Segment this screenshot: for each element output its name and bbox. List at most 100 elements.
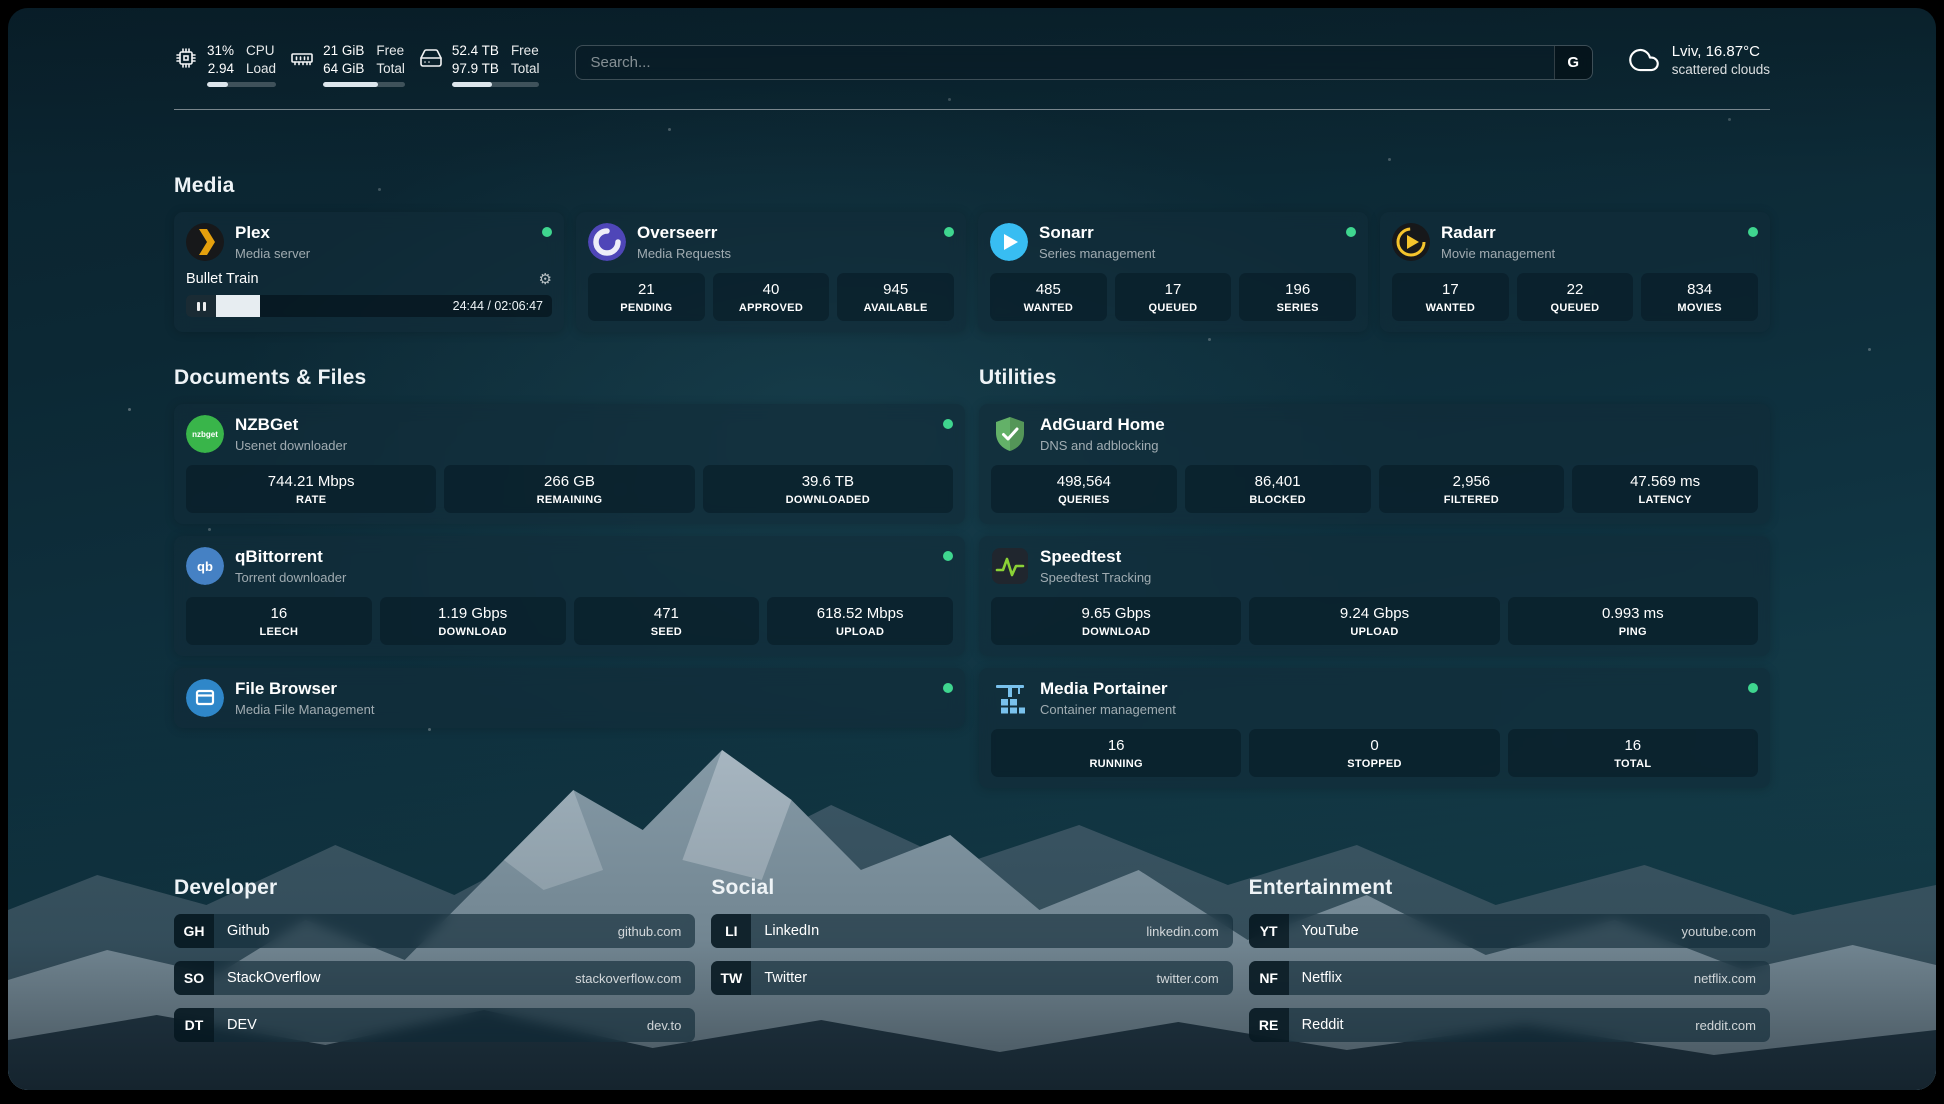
topbar: 31% 2.94 CPU Load [174, 42, 1770, 87]
stat-wanted: 17 WANTED [1392, 273, 1509, 321]
stat-label: FILTERED [1383, 494, 1561, 506]
bookmark-url: dev.to [647, 1018, 695, 1033]
bookmark-group-social: Social LI LinkedIn linkedin.com TW Twitt… [711, 876, 1232, 1055]
stat-available: 945 AVAILABLE [837, 273, 954, 321]
stat-label: RUNNING [995, 758, 1237, 770]
stat-value: 618.52 Mbps [771, 605, 949, 622]
stat-value: 17 [1396, 281, 1505, 298]
bookmark-name: Github [214, 923, 270, 939]
bookmark-abbr: YT [1249, 914, 1289, 948]
service-card-plex[interactable]: Plex Media server Bullet Train ⚙ [174, 212, 564, 332]
status-dot [1748, 683, 1758, 693]
service-name: Media Portainer [1040, 679, 1176, 699]
bookmark-twitter[interactable]: TW Twitter twitter.com [711, 961, 1232, 995]
stat-queued: 22 QUEUED [1517, 273, 1634, 321]
player-progress[interactable] [216, 295, 444, 317]
stat-label: UPLOAD [771, 626, 949, 638]
bookmark-reddit[interactable]: RE Reddit reddit.com [1249, 1008, 1770, 1042]
service-name: Speedtest [1040, 547, 1151, 567]
pause-button[interactable] [186, 295, 216, 317]
stat-label: SERIES [1243, 302, 1352, 314]
section-utilities: Utilities AdGuard Home [979, 366, 1770, 800]
stat-label: MOVIES [1645, 302, 1754, 314]
memory-free-value: 21 GiB [323, 42, 364, 60]
stat-ping: 0.993 ms PING [1508, 597, 1758, 645]
stat-pending: 21 PENDING [588, 273, 705, 321]
memory-total-label: Total [376, 60, 405, 78]
service-card-qbittorrent[interactable]: qb qBittorrent Torrent downloader 16 LEE… [174, 536, 965, 656]
service-card-sonarr[interactable]: Sonarr Series management 485 WANTED 17 Q… [978, 212, 1368, 332]
bookmark-dev[interactable]: DT DEV dev.to [174, 1008, 695, 1042]
stat-value: 40 [717, 281, 826, 298]
bookmark-name: YouTube [1289, 923, 1359, 939]
plex-now-playing: Bullet Train ⚙ 24:44 / 02:06:47 [186, 271, 552, 317]
cpu-usage-bar-fill [207, 82, 228, 87]
settings-icon[interactable]: ⚙ [539, 272, 552, 287]
overseerr-icon [588, 223, 626, 261]
status-dot [944, 227, 954, 237]
stat-value: 16 [190, 605, 368, 622]
search-bar: G [575, 45, 1592, 80]
stat-running: 16 RUNNING [991, 729, 1241, 777]
service-card-speedtest[interactable]: Speedtest Speedtest Tracking 9.65 Gbps D… [979, 536, 1770, 656]
service-card-filebrowser[interactable]: File Browser Media File Management [174, 668, 965, 728]
bookmark-abbr: TW [711, 961, 751, 995]
bookmark-linkedin[interactable]: LI LinkedIn linkedin.com [711, 914, 1232, 948]
stat-seed: 471 SEED [574, 597, 760, 645]
stat-label: RATE [190, 494, 432, 506]
stat-label: APPROVED [717, 302, 826, 314]
service-card-nzbget[interactable]: nzbget NZBGet Usenet downloader 744.21 M… [174, 404, 965, 524]
memory-total-value: 64 GiB [323, 60, 364, 78]
bookmark-youtube[interactable]: YT YouTube youtube.com [1249, 914, 1770, 948]
cpu-icon [174, 46, 198, 70]
search-provider-button[interactable]: G [1554, 46, 1592, 79]
stat-value: 9.65 Gbps [995, 605, 1237, 622]
stat-value: 16 [1512, 737, 1754, 754]
bookmark-group-entertainment: Entertainment YT YouTube youtube.com NF … [1249, 876, 1770, 1055]
stat-upload: 9.24 Gbps UPLOAD [1249, 597, 1499, 645]
memory-icon [290, 46, 314, 70]
disk-total-value: 97.9 TB [452, 60, 499, 78]
stat-stopped: 0 STOPPED [1249, 729, 1499, 777]
status-dot [1748, 227, 1758, 237]
stat-label: QUERIES [995, 494, 1173, 506]
svg-text:nzbget: nzbget [192, 430, 218, 439]
service-subtitle: Usenet downloader [235, 438, 347, 453]
bookmark-abbr: LI [711, 914, 751, 948]
bookmark-name: LinkedIn [751, 923, 819, 939]
section-title-documents: Documents & Files [174, 366, 965, 390]
adguard-icon [991, 415, 1029, 453]
weather-condition: scattered clouds [1672, 62, 1770, 77]
disk-free-value: 52.4 TB [452, 42, 499, 60]
bookmark-abbr: NF [1249, 961, 1289, 995]
bookmark-stackoverflow[interactable]: SO StackOverflow stackoverflow.com [174, 961, 695, 995]
stat-value: 0.993 ms [1512, 605, 1754, 622]
stat-value: 196 [1243, 281, 1352, 298]
stat-value: 498,564 [995, 473, 1173, 490]
stat-queries: 498,564 QUERIES [991, 465, 1177, 513]
service-card-overseerr[interactable]: Overseerr Media Requests 21 PENDING 40 A… [576, 212, 966, 332]
search-input[interactable] [576, 46, 1553, 79]
status-dot [1346, 227, 1356, 237]
player-time: 24:44 / 02:06:47 [444, 299, 552, 313]
disk-free-label: Free [511, 42, 540, 60]
weather-widget: Lviv, 16.87°C scattered clouds [1627, 43, 1770, 77]
service-subtitle: Series management [1039, 246, 1155, 261]
stat-label: DOWNLOADED [707, 494, 949, 506]
stat-rate: 744.21 Mbps RATE [186, 465, 436, 513]
bookmark-github[interactable]: GH Github github.com [174, 914, 695, 948]
service-card-portainer[interactable]: Media Portainer Container management 16 … [979, 668, 1770, 788]
service-name: Plex [235, 223, 310, 243]
stat-value: 22 [1521, 281, 1630, 298]
bookmark-netflix[interactable]: NF Netflix netflix.com [1249, 961, 1770, 995]
service-card-radarr[interactable]: Radarr Movie management 17 WANTED 22 QUE… [1380, 212, 1770, 332]
disk-usage-bar [452, 82, 540, 87]
stat-value: 9.24 Gbps [1253, 605, 1495, 622]
bookmark-url: github.com [618, 924, 696, 939]
service-card-adguard[interactable]: AdGuard Home DNS and adblocking 498,564 … [979, 404, 1770, 524]
stat-approved: 40 APPROVED [713, 273, 830, 321]
svg-text:qb: qb [197, 559, 213, 574]
stat-label: SEED [578, 626, 756, 638]
service-name: Radarr [1441, 223, 1555, 243]
stat-value: 834 [1645, 281, 1754, 298]
